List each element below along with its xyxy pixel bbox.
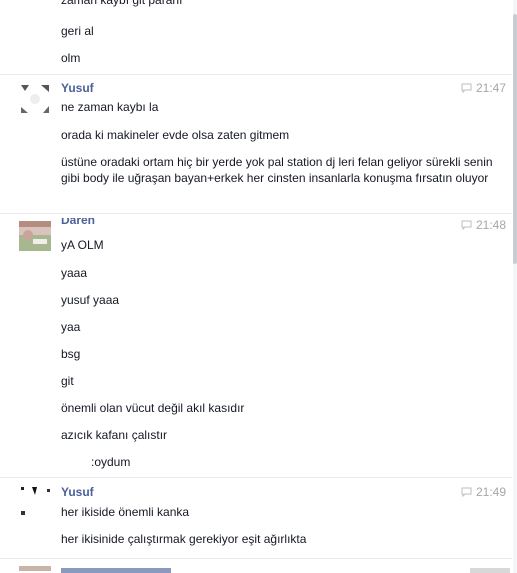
message-divider: [0, 477, 512, 478]
scrollbar-thumb[interactable]: [513, 14, 517, 264]
message-time: 21:47: [461, 81, 506, 97]
avatar[interactable]: [19, 83, 51, 115]
chat-bubble-icon: [461, 82, 472, 97]
time-label: 21:47: [475, 81, 506, 95]
message-text: yaa: [61, 320, 81, 334]
message-text: yaaa: [61, 266, 88, 280]
message-time: [470, 568, 510, 573]
message-text: bsg: [61, 347, 81, 361]
message-text: olm: [61, 51, 81, 65]
sender-name[interactable]: Daren: [61, 218, 95, 230]
avatar[interactable]: [19, 221, 51, 251]
message-divider: [0, 74, 512, 75]
sender-name[interactable]: [61, 568, 171, 573]
time-label: 21:49: [475, 485, 506, 499]
message-text: git: [61, 374, 74, 388]
message-text: geri al: [61, 24, 94, 38]
message-time: 21:49: [461, 485, 506, 501]
message-text: azıcık kafanı çalıstır: [61, 428, 168, 442]
message-text: her ikiside önemli kanka: [61, 505, 190, 519]
message-text: zaman kaybı git paranı: [61, 0, 183, 7]
chat-bubble-icon: [461, 219, 472, 234]
message-text: yusuf yaaa: [61, 293, 120, 307]
message-text: üstüne oradaki ortam hiç bir yerde yok p…: [61, 155, 493, 185]
chat-bubble-icon: [461, 486, 472, 501]
avatar[interactable]: [19, 566, 51, 571]
sender-name[interactable]: Yusuf: [61, 485, 94, 500]
message-text: yA OLM: [61, 238, 104, 252]
message-text: önemli olan vücut değil akıl kasıdır: [61, 401, 245, 415]
message-time: 21:48: [461, 218, 506, 234]
sender-name[interactable]: Yusuf: [61, 81, 94, 96]
scrollbar[interactable]: [513, 0, 517, 573]
time-label: 21:48: [475, 218, 506, 232]
message-text: :oydum: [61, 454, 130, 470]
message-divider: [0, 213, 512, 214]
avatar[interactable]: [19, 485, 51, 519]
message-text: her ikisinide çalıştırmak gerekiyor eşit…: [61, 532, 307, 546]
message-divider: [0, 558, 512, 559]
chat-log[interactable]: zaman kaybı git paranı geri al olm Yusuf…: [0, 0, 512, 573]
message-text: ne zaman kaybı la: [61, 100, 159, 114]
message-text: orada ki makineler evde olsa zaten gitme…: [61, 128, 290, 142]
